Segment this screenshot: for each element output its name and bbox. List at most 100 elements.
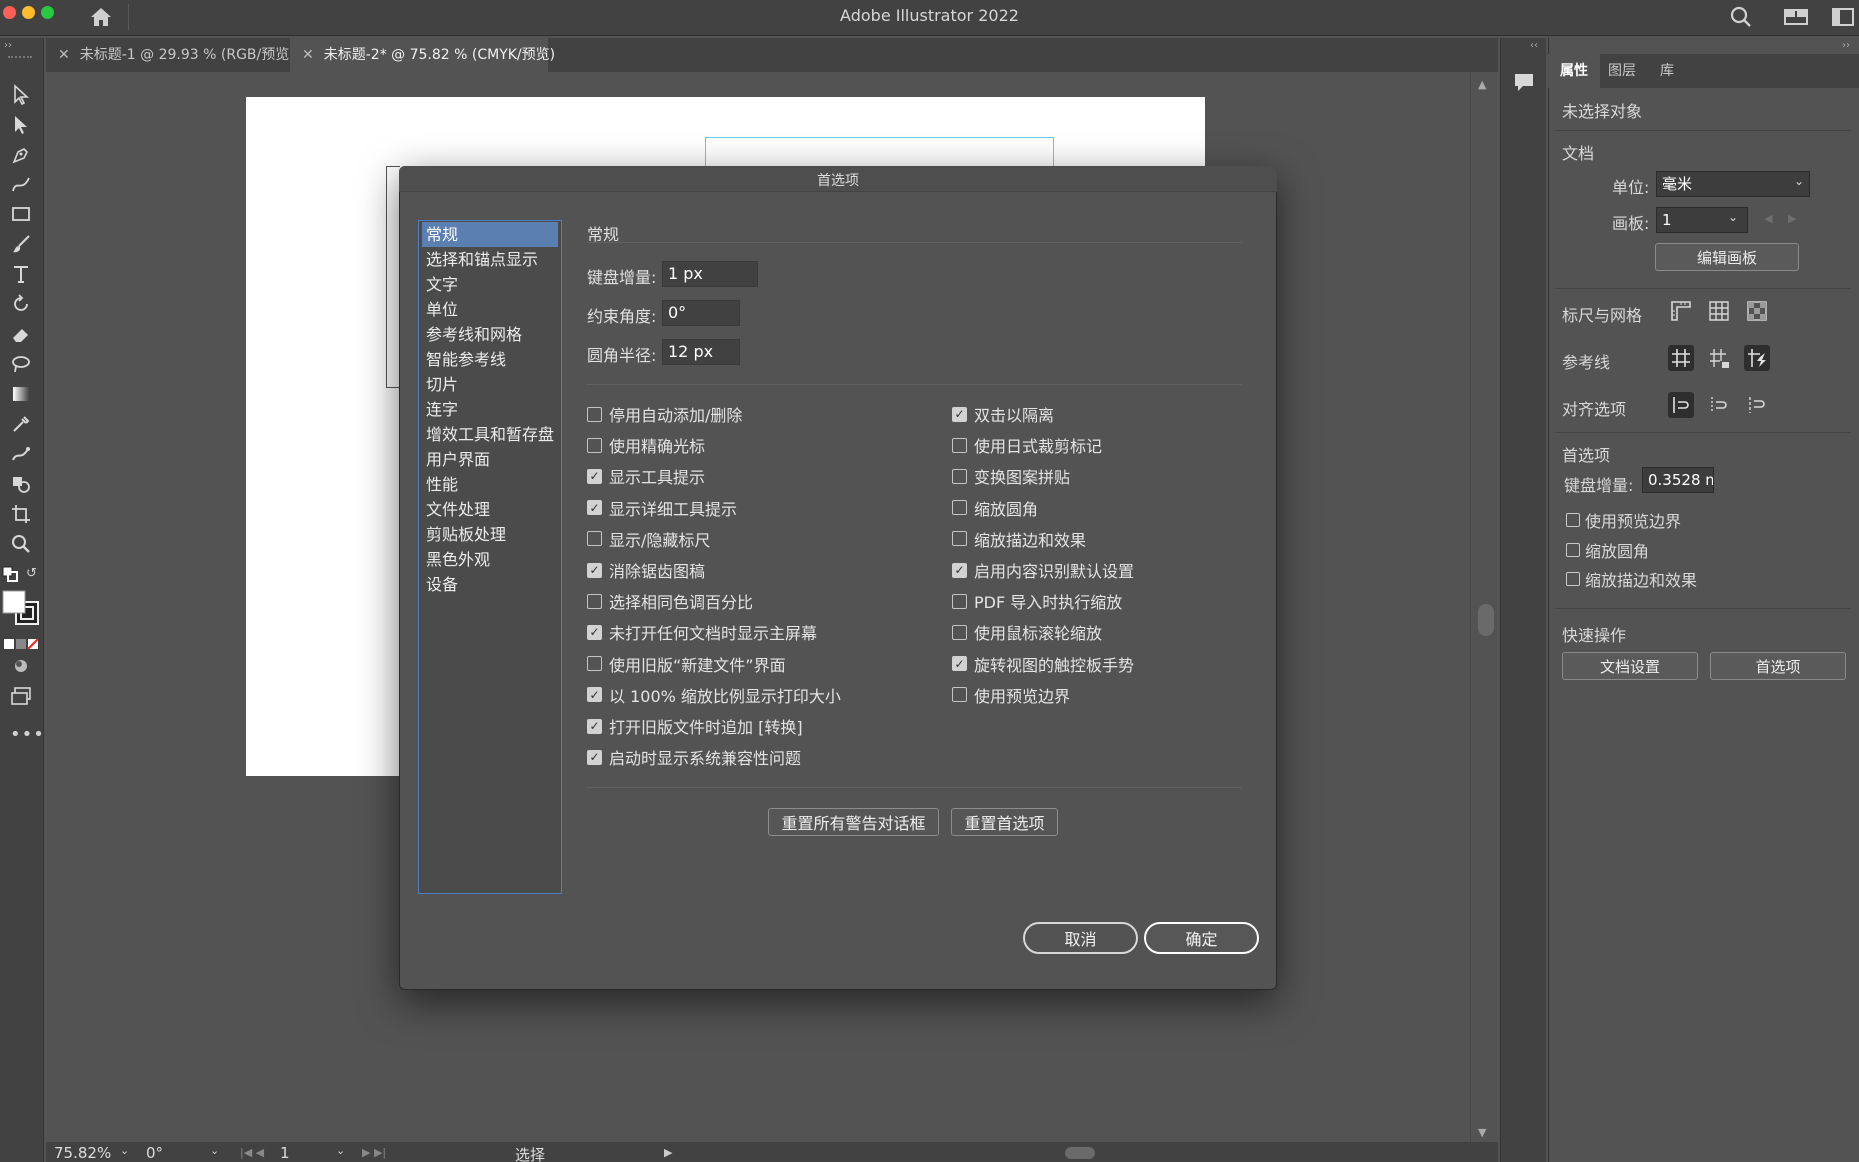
checkbox-checked[interactable]: ✓: [952, 406, 967, 422]
scale-corners-checkbox[interactable]: 缩放圆角: [1566, 538, 1649, 562]
panel-collapse-icon[interactable]: ››: [1842, 40, 1850, 51]
checkbox-checked[interactable]: ✓: [587, 500, 602, 516]
option-checkbox[interactable]: 缩放描边和效果: [952, 528, 1086, 550]
panel-expand-icon[interactable]: ‹‹: [1530, 40, 1538, 51]
checkbox-checked[interactable]: ✓: [587, 718, 602, 734]
preferences-button[interactable]: 首选项: [1710, 652, 1846, 680]
category-item[interactable]: 参考线和网格: [422, 322, 558, 347]
status-menu-icon[interactable]: ▶: [664, 1146, 672, 1159]
snap-to-point-icon[interactable]: [1668, 392, 1694, 418]
option-checkbox[interactable]: 缩放圆角: [952, 497, 1038, 519]
gradient-tool-icon[interactable]: [8, 382, 34, 406]
close-tab-icon[interactable]: ✕: [302, 47, 314, 63]
transparency-grid-icon[interactable]: [1744, 298, 1770, 324]
checkbox-checked[interactable]: ✓: [952, 656, 967, 672]
direct-selection-tool-icon[interactable]: [8, 112, 34, 136]
edit-toolbar-icon[interactable]: •••: [10, 724, 45, 745]
close-tab-icon[interactable]: ✕: [58, 47, 70, 63]
category-item[interactable]: 增效工具和暂存盘: [422, 422, 558, 447]
category-item[interactable]: 连字: [422, 397, 558, 422]
option-checkbox[interactable]: 使用精确光标: [587, 434, 705, 456]
option-checkbox[interactable]: ✓ 显示工具提示: [587, 465, 705, 487]
pen-tool-icon[interactable]: [8, 142, 34, 166]
category-item[interactable]: 智能参考线: [422, 347, 558, 372]
option-checkbox[interactable]: 使用鼠标滚轮缩放: [952, 621, 1102, 643]
checkbox-checked[interactable]: ✓: [587, 749, 602, 765]
artboard-tool-icon[interactable]: [8, 502, 34, 526]
ok-button[interactable]: 确定: [1144, 922, 1259, 954]
arrange-documents-icon[interactable]: [1832, 7, 1854, 27]
option-checkbox[interactable]: 显示/隐藏标尺: [587, 528, 710, 550]
checkbox-unchecked[interactable]: [952, 500, 967, 516]
scroll-down-icon[interactable]: ▼: [1478, 1126, 1486, 1139]
checkbox-unchecked[interactable]: [587, 437, 602, 453]
reset-all-warnings-button[interactable]: 重置所有警告对话框: [768, 808, 939, 836]
tab-document-2[interactable]: ✕ 未标题-2* @ 75.82 % (CMYK/预览): [290, 38, 555, 72]
category-item[interactable]: 剪贴板处理: [422, 522, 558, 547]
ruler-icon[interactable]: [1668, 298, 1694, 324]
rotation-value[interactable]: 0°: [146, 1144, 163, 1162]
checkbox-unchecked[interactable]: [952, 624, 967, 640]
option-checkbox[interactable]: PDF 导入时执行缩放: [952, 590, 1122, 612]
grid-icon[interactable]: [1706, 298, 1732, 324]
first-artboard-icon[interactable]: |◀ ◀: [240, 1146, 264, 1159]
checkbox-unchecked[interactable]: [952, 531, 967, 547]
smart-guides-icon[interactable]: [1744, 345, 1770, 371]
scroll-thumb[interactable]: [1478, 604, 1494, 636]
current-tool-label[interactable]: 选择: [515, 1144, 545, 1162]
option-checkbox[interactable]: ✓ 双击以隔离: [952, 403, 1054, 425]
tab-document-1[interactable]: ✕ 未标题-1 @ 29.93 % (RGB/预览): [46, 38, 296, 72]
category-item[interactable]: 黑色外观: [422, 547, 558, 572]
option-checkbox[interactable]: ✓ 启动时显示系统兼容性问题: [587, 746, 801, 768]
document-setup-button[interactable]: 文档设置: [1562, 652, 1698, 680]
paintbrush-tool-icon[interactable]: [8, 232, 34, 256]
fill-stroke-swatch[interactable]: [2, 590, 40, 626]
keyboard-increment-input[interactable]: 1 px: [662, 261, 758, 287]
snap-to-pixel-icon[interactable]: [1706, 392, 1732, 418]
lasso-tool-icon[interactable]: [8, 352, 34, 376]
rotate-tool-icon[interactable]: [8, 292, 34, 316]
option-checkbox[interactable]: ✓ 未打开任何文档时显示主屏幕: [587, 621, 817, 643]
panel-collapse-icon[interactable]: ››: [4, 40, 12, 51]
checkbox-unchecked[interactable]: [952, 593, 967, 609]
units-select[interactable]: 毫米: [1656, 171, 1810, 197]
category-item[interactable]: 用户界面: [422, 447, 558, 472]
option-checkbox[interactable]: 使用旧版“新建文件”界面: [587, 653, 786, 675]
checkbox-unchecked[interactable]: [587, 406, 602, 422]
workspace-switcher-icon[interactable]: [1784, 7, 1808, 27]
search-icon[interactable]: [1728, 4, 1754, 30]
constrain-angle-input[interactable]: 0°: [662, 300, 740, 326]
category-item[interactable]: 文件处理: [422, 497, 558, 522]
eyedropper-tool-icon[interactable]: [8, 412, 34, 436]
option-checkbox[interactable]: ✓ 以 100% 缩放比例显示打印大小: [587, 684, 841, 706]
option-checkbox[interactable]: ✓ 打开旧版文件时追加 [转换]: [587, 715, 803, 737]
zoom-tool-icon[interactable]: [8, 532, 34, 556]
color-mode-icons[interactable]: [4, 636, 39, 650]
panel-grip[interactable]: [8, 56, 32, 60]
comments-icon[interactable]: [1512, 70, 1536, 94]
cancel-button[interactable]: 取消: [1023, 922, 1138, 954]
category-item[interactable]: 性能: [422, 472, 558, 497]
option-checkbox[interactable]: ✓ 旋转视图的触控板手势: [952, 653, 1134, 675]
category-item[interactable]: 选择和锚点显示: [422, 247, 558, 272]
reset-preferences-button[interactable]: 重置首选项: [951, 808, 1058, 836]
option-checkbox[interactable]: 变换图案拼贴: [952, 465, 1070, 487]
category-item[interactable]: 单位: [422, 297, 558, 322]
eraser-tool-icon[interactable]: [8, 322, 34, 346]
checkbox-box[interactable]: [1566, 513, 1580, 527]
lock-guides-icon[interactable]: [1706, 345, 1732, 371]
option-checkbox[interactable]: ✓ 消除锯齿图稿: [587, 559, 705, 581]
tab-properties[interactable]: 属性: [1548, 54, 1600, 88]
artboard-number[interactable]: 1: [280, 1144, 330, 1162]
checkbox-checked[interactable]: ✓: [587, 562, 602, 578]
type-tool-icon[interactable]: [8, 262, 34, 286]
option-checkbox[interactable]: 选择相同色调百分比: [587, 590, 753, 612]
chevron-down-icon[interactable]: ⌄: [1728, 210, 1738, 224]
use-preview-bounds-checkbox[interactable]: 使用预览边界: [1566, 508, 1681, 532]
chevron-down-icon[interactable]: ⌄: [120, 1144, 129, 1157]
scale-strokes-effects-checkbox[interactable]: 缩放描边和效果: [1566, 567, 1697, 591]
option-checkbox[interactable]: 停用自动添加/删除: [587, 403, 742, 425]
category-item[interactable]: 切片: [422, 372, 558, 397]
edit-artboards-button[interactable]: 编辑画板: [1655, 243, 1799, 271]
option-checkbox[interactable]: ✓ 显示详细工具提示: [587, 497, 737, 519]
